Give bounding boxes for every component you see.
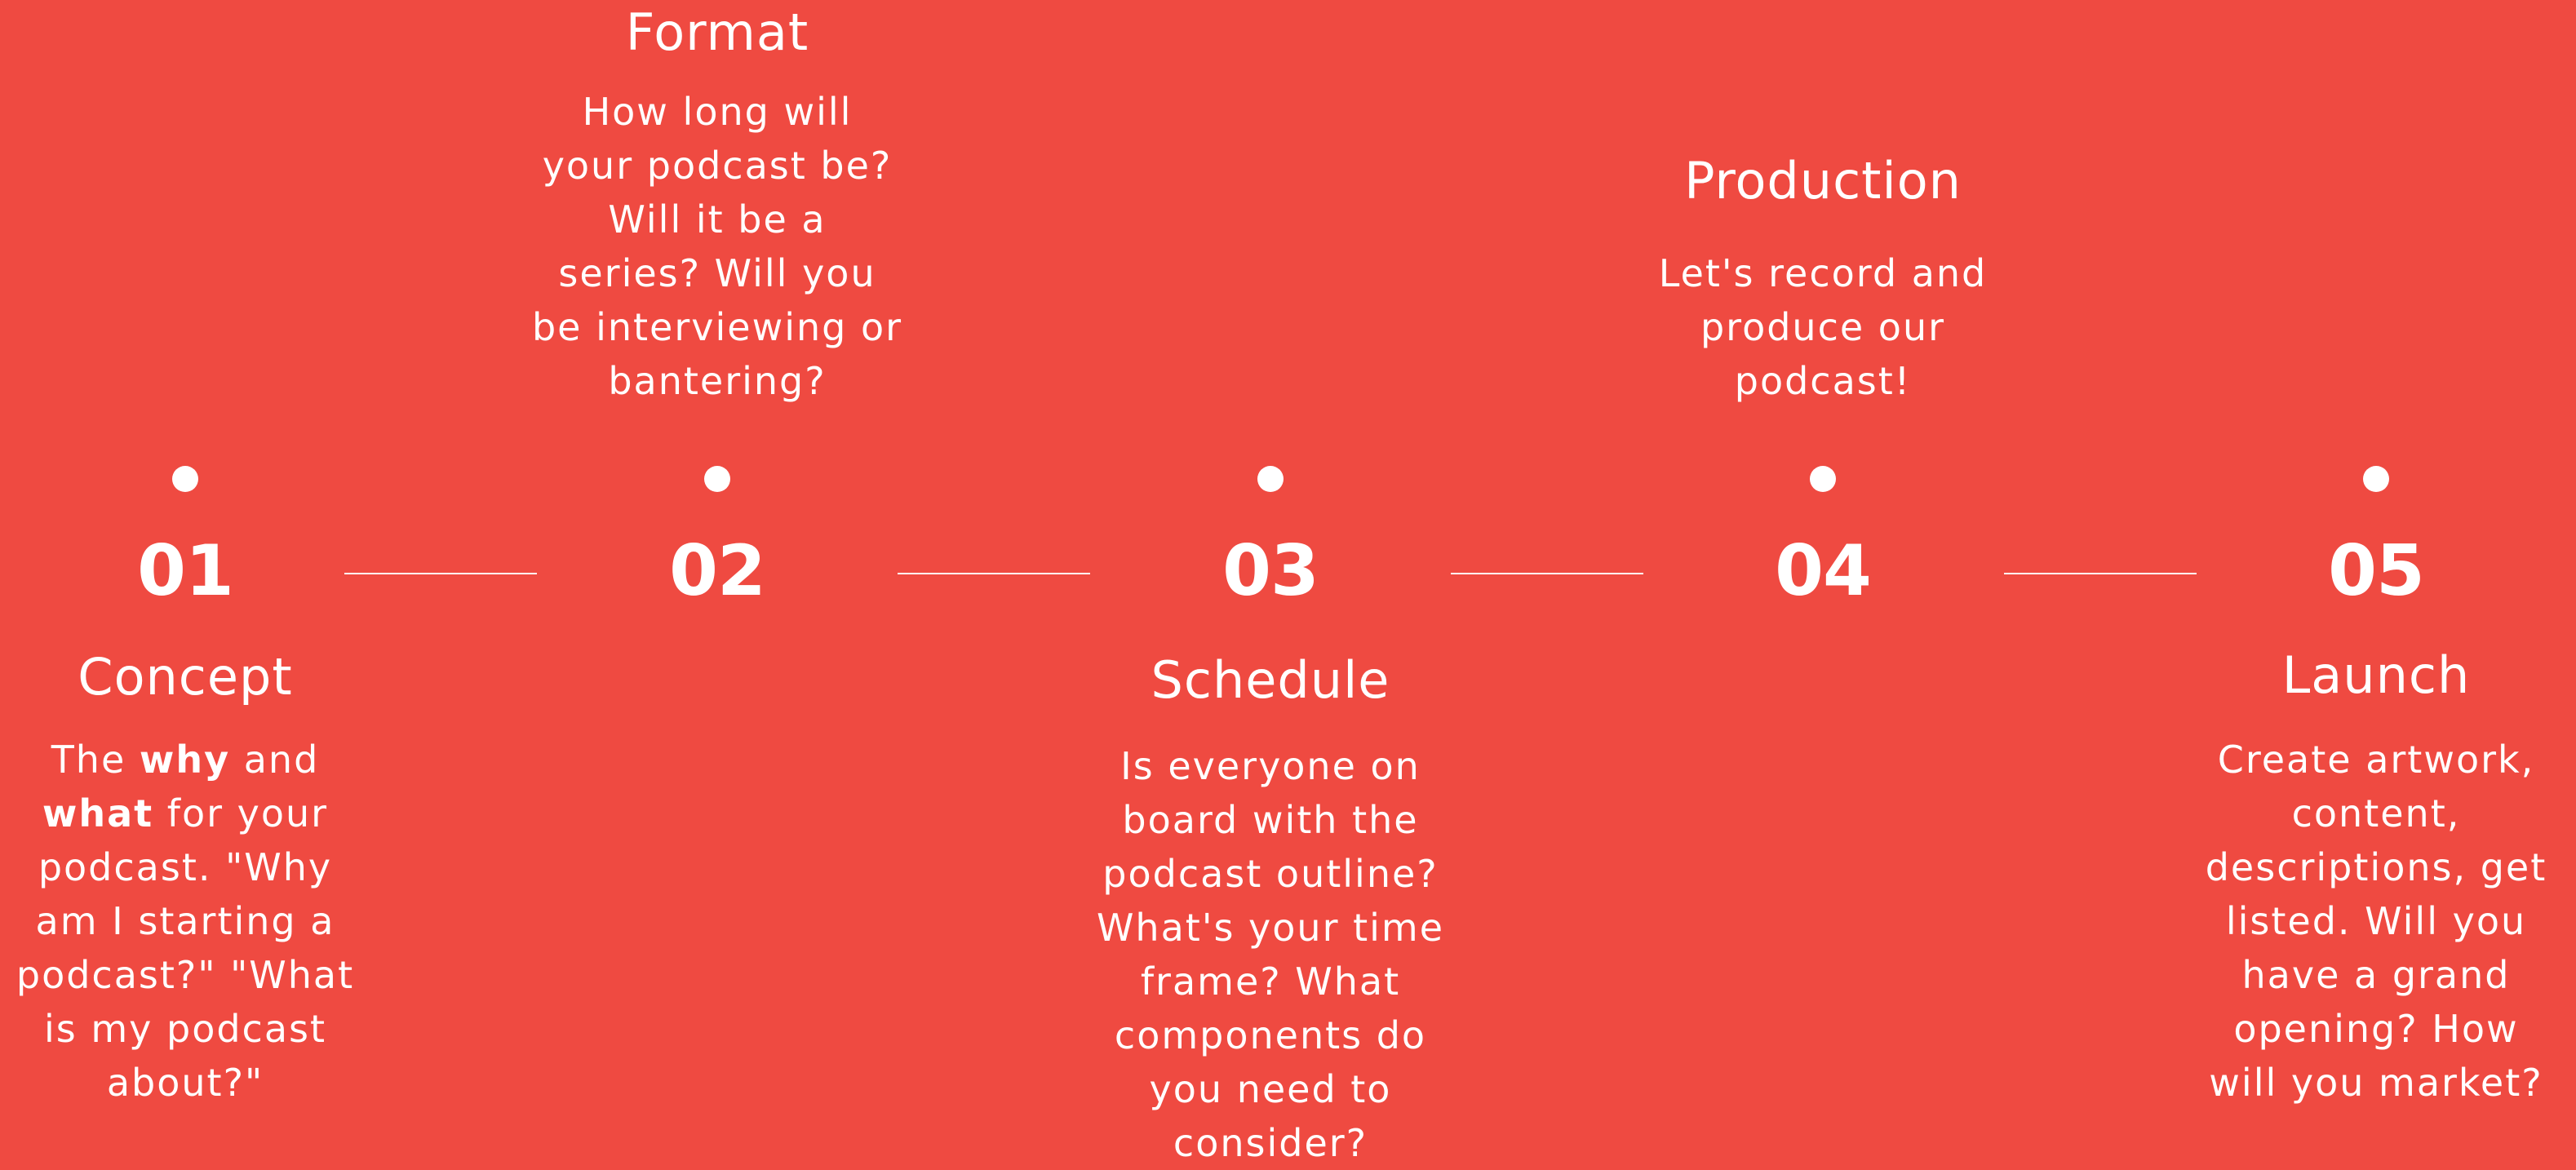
connector-02-03 [898,573,1090,574]
step-01-title: Concept [78,647,293,707]
step-02-title: Format [625,2,809,62]
step-04-title: Production [1684,151,1962,211]
step-03-title: Schedule [1151,650,1390,710]
step-04-number: 04 [1775,530,1872,612]
step-01-desc-text: The [51,738,140,782]
step-05-description: Create artwork, content, descriptions, g… [2205,738,2547,1105]
step-01-desc-text: and [243,738,320,782]
step-05-number: 05 [2328,530,2425,612]
step-01-dot [172,466,198,492]
step-01-description: The why and what for your podcast. "Why … [0,733,370,1110]
connector-03-04 [1451,573,1643,574]
step-05-dot [2363,466,2389,492]
step-02-number: 02 [669,530,766,612]
step-05-title: Launch [2281,645,2471,705]
connector-01-02 [344,573,537,574]
step-03-number: 03 [1222,530,1319,612]
connector-04-05 [2004,573,2197,574]
step-03-description: Is everyone on board with the podcast ou… [1096,744,1445,1165]
step-02-description: How long will your podcast be? Will it b… [531,90,903,403]
step-01-desc-text: for your podcast. "Why am I starting a p… [16,791,355,1105]
step-03-dot [1257,466,1284,492]
step-01-desc-emphasis-why: why [139,738,231,782]
podcast-timeline: 01 Concept The why and what for your pod… [0,0,2576,1165]
step-02-dot [704,466,730,492]
step-04-description: Let's record and produce our podcast! [1658,251,1988,403]
step-01-number: 01 [137,530,234,612]
step-01-desc-emphasis-what: what [42,791,154,835]
step-04-dot [1810,466,1836,492]
